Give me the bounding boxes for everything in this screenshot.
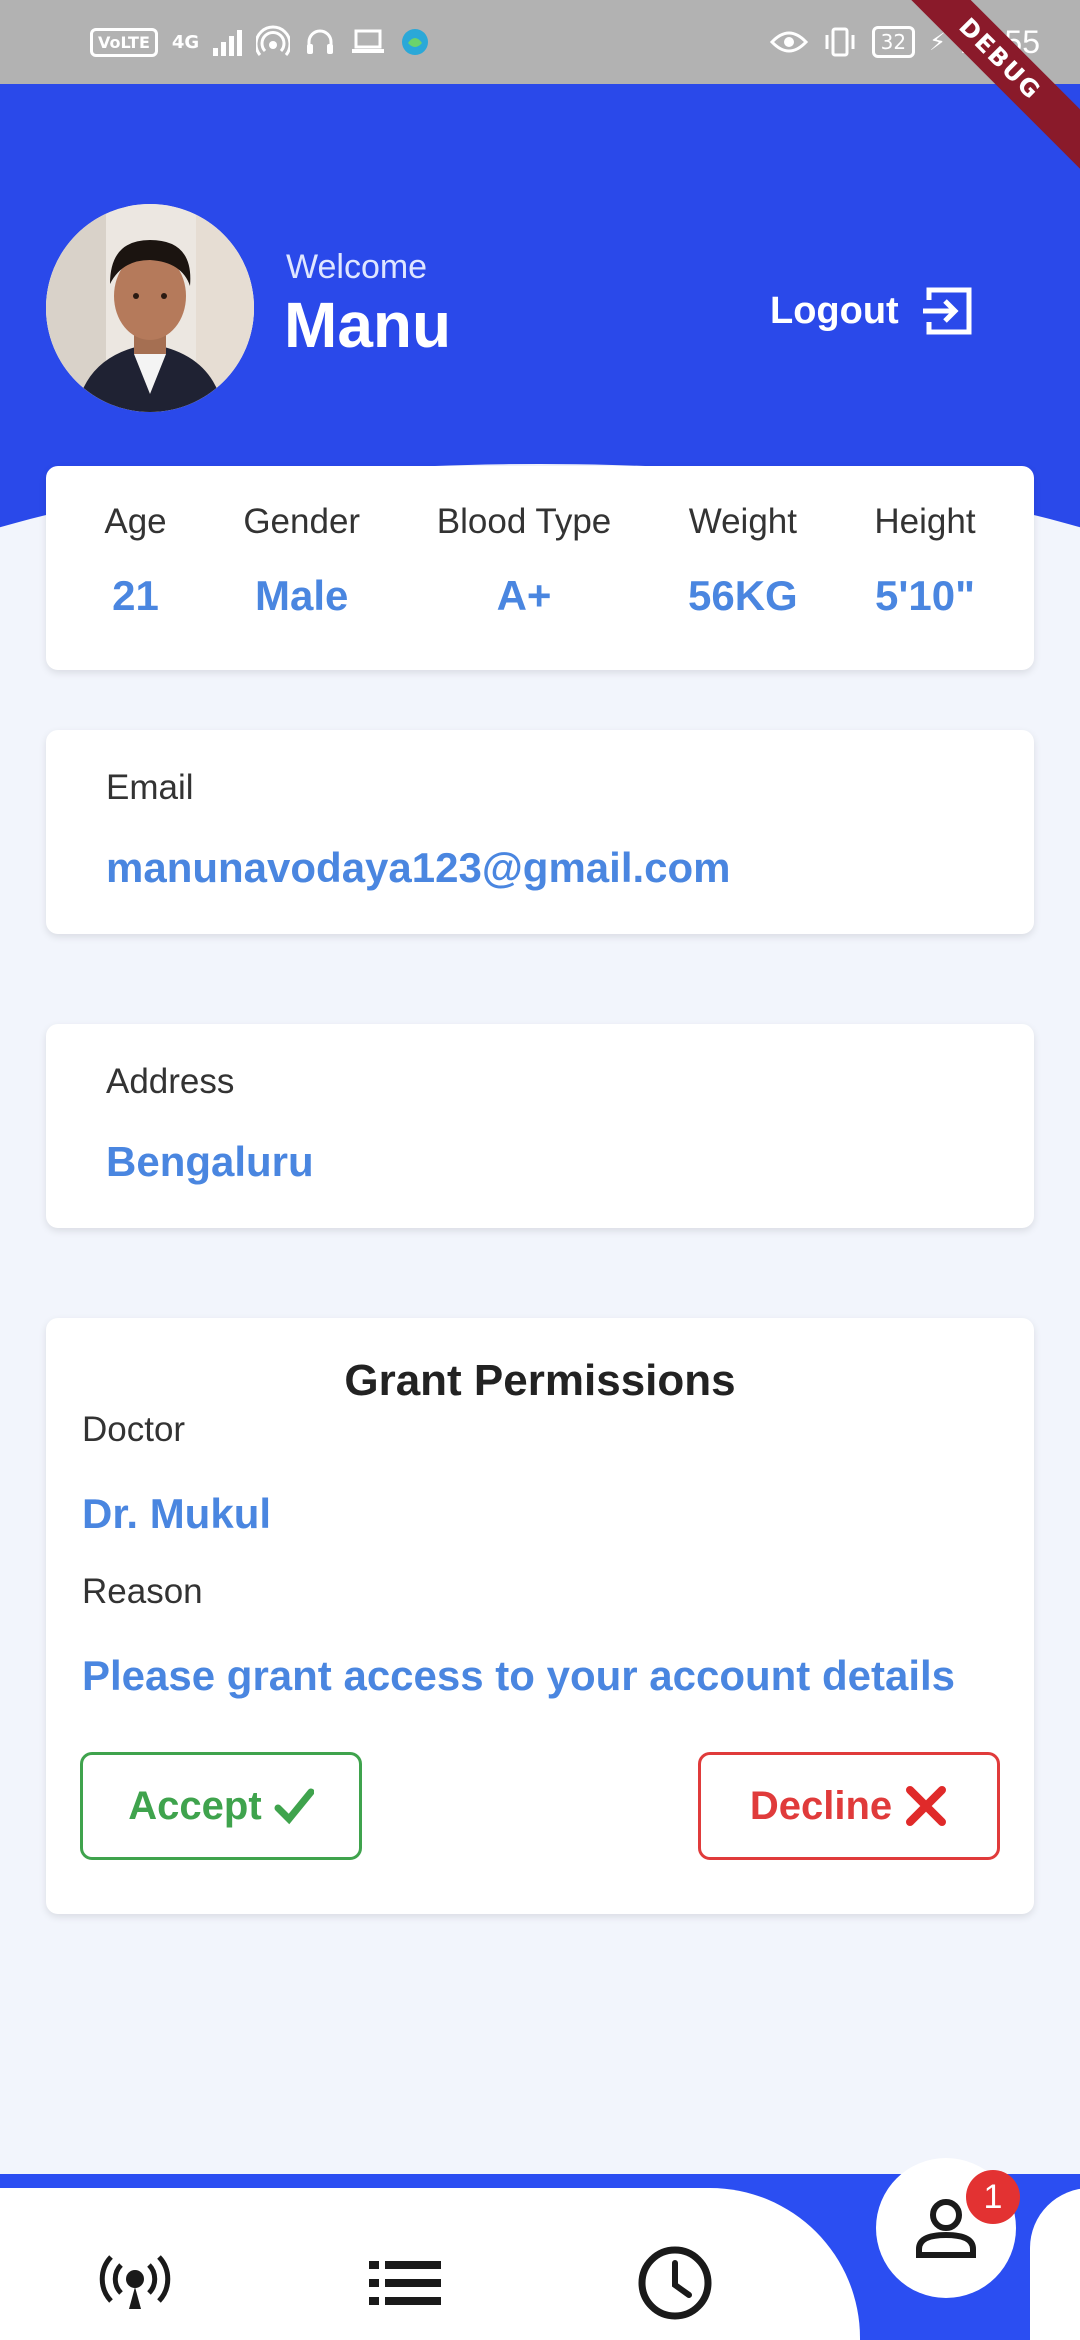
stat-label: Gender [243, 502, 361, 541]
volte-indicator: VoLTE [90, 27, 158, 57]
history-icon [638, 2246, 712, 2320]
stat-label: Height [874, 502, 976, 541]
logout-button[interactable]: Logout [770, 278, 977, 344]
stat-gender: Gender Male [243, 466, 360, 670]
decline-label: Decline [749, 1783, 893, 1828]
nav-history[interactable] [630, 2238, 720, 2328]
email-card: Email manunavodaya123@gmail.com [46, 730, 1034, 934]
grant-permissions-card: Grant Permissions Doctor Dr. Mukul Reaso… [46, 1318, 1034, 1914]
check-icon [274, 1788, 314, 1825]
stat-label: Age [104, 502, 167, 541]
stat-value: 5'10" [875, 572, 975, 619]
email-label: Email [106, 768, 194, 807]
stat-label: Weight [688, 502, 797, 541]
signal-icon [213, 28, 243, 56]
accept-button[interactable]: Accept [80, 1752, 362, 1860]
decline-button[interactable]: Decline [698, 1752, 1000, 1860]
app-notification-icon [402, 29, 429, 55]
avatar [46, 204, 254, 412]
reason-value: Please grant access to your account deta… [82, 1652, 956, 1699]
stat-weight: Weight 56KG [688, 466, 798, 670]
hotspot-icon [256, 25, 291, 56]
address-value: Bengaluru [106, 1138, 314, 1185]
laptop-icon [352, 29, 385, 53]
battery-icon: 32 [871, 26, 916, 58]
address-label: Address [106, 1062, 235, 1101]
doctor-label: Doctor [82, 1410, 186, 1449]
network-type: 4G [171, 31, 200, 53]
eye-comfort-icon [769, 31, 808, 53]
status-bar: VoLTE 4G 32 ⚡ 10:55 [0, 0, 1080, 84]
reason-label: Reason [82, 1572, 203, 1611]
headset-icon [307, 29, 334, 54]
stat-age: Age 21 [104, 466, 166, 670]
user-name: Manu [284, 289, 452, 361]
nav-list[interactable] [360, 2238, 450, 2328]
accept-label: Accept [128, 1783, 262, 1828]
stat-label: Blood Type [436, 502, 612, 541]
vibrate-icon [825, 27, 855, 57]
profile-screen: VoLTE 4G 32 ⚡ 10:55 DEBUG [0, 0, 1080, 2340]
stat-value: A+ [496, 572, 552, 619]
stat-blood-type: Blood Type A+ [437, 466, 612, 670]
doctor-value: Dr. Mukul [82, 1490, 272, 1537]
address-card: Address Bengaluru [46, 1024, 1034, 1228]
stat-value: 21 [112, 572, 159, 619]
cross-icon [906, 1786, 947, 1826]
stat-height: Height 5'10" [874, 466, 975, 670]
stat-value: Male [255, 572, 349, 619]
stat-value: 56KG [687, 572, 798, 619]
nav-broadcast[interactable] [90, 2238, 180, 2328]
logout-icon [922, 287, 972, 335]
logout-label: Logout [770, 289, 899, 332]
vitals-card: Age 21 Gender Male Blood Type A+ Weight … [46, 466, 1034, 670]
list-icon [369, 2261, 441, 2305]
notification-badge: 1 [966, 2170, 1020, 2224]
welcome-text: Welcome [286, 248, 428, 286]
email-value: manunavodaya123@gmail.com [106, 844, 731, 891]
permissions-title: Grant Permissions [344, 1356, 736, 1405]
status-left: VoLTE 4G [90, 25, 430, 59]
broadcast-icon [99, 2255, 171, 2309]
nav-background-right [1030, 2188, 1080, 2340]
